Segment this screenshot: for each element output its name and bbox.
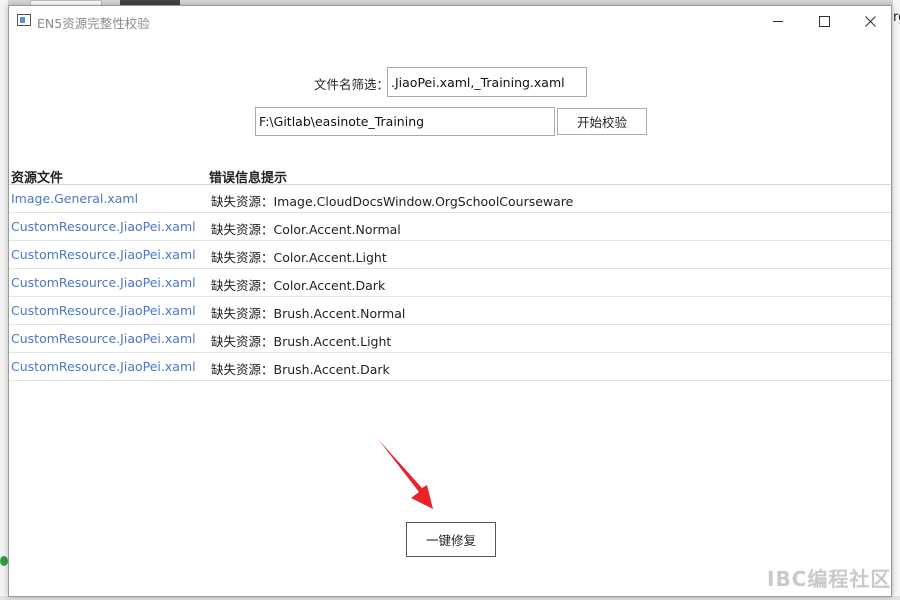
close-icon (864, 15, 876, 27)
title-bar[interactable]: EN5资源完整性校验 (9, 6, 891, 36)
window-title: EN5资源完整性校验 (37, 16, 150, 31)
filter-label: 文件名筛选： (314, 77, 390, 92)
watermark-text: IBC编程社区 (767, 567, 892, 591)
table-row[interactable]: CustomResource.JiaoPei.xaml 缺失资源：Brush.A… (9, 297, 891, 325)
error-message: 缺失资源：Brush.Accent.Light (211, 334, 392, 349)
background-left-panel (0, 0, 8, 600)
file-link[interactable]: CustomResource.JiaoPei.xaml (11, 359, 196, 374)
table-row[interactable]: CustomResource.JiaoPei.xaml 缺失资源：Color.A… (9, 213, 891, 241)
minimize-icon (773, 20, 783, 22)
path-input[interactable]: F:\Gitlab\easinote_Training (255, 107, 555, 136)
error-message: 缺失资源：Brush.Accent.Dark (211, 362, 390, 377)
error-message: 缺失资源：Color.Accent.Dark (211, 278, 386, 293)
file-link[interactable]: CustomResource.JiaoPei.xaml (11, 247, 196, 262)
filter-input[interactable]: .JiaoPei.xaml,_Training.xaml (387, 67, 587, 97)
file-link[interactable]: CustomResource.JiaoPei.xaml (11, 303, 196, 318)
status-dot-icon (0, 556, 8, 566)
one-click-fix-button[interactable]: 一键修复 (406, 522, 496, 557)
file-link[interactable]: CustomResource.JiaoPei.xaml (11, 331, 196, 346)
maximize-icon (818, 15, 830, 27)
table-row[interactable]: CustomResource.JiaoPei.xaml 缺失资源：Color.A… (9, 269, 891, 297)
file-link[interactable]: Image.General.xaml (11, 191, 138, 206)
error-message: 缺失资源：Color.Accent.Normal (211, 222, 401, 237)
minimize-button[interactable] (755, 6, 801, 36)
results-table: Image.General.xaml 缺失资源：Image.CloudDocsW… (9, 184, 891, 381)
app-window-icon (17, 14, 31, 26)
error-message: 缺失资源：Color.Accent.Light (211, 250, 387, 265)
background-right-panel (893, 0, 900, 600)
table-row[interactable]: CustomResource.JiaoPei.xaml 缺失资源：Brush.A… (9, 325, 891, 353)
table-row[interactable]: CustomResource.JiaoPei.xaml 缺失资源：Color.A… (9, 241, 891, 269)
table-row[interactable]: CustomResource.JiaoPei.xaml 缺失资源：Brush.A… (9, 353, 891, 381)
maximize-button[interactable] (801, 6, 847, 36)
file-link[interactable]: CustomResource.JiaoPei.xaml (11, 275, 196, 290)
error-message: 缺失资源：Brush.Accent.Normal (211, 306, 406, 321)
main-window: EN5资源完整性校验 文件名筛选： .JiaoPei.xaml,_Trainin… (8, 5, 892, 597)
start-check-button[interactable]: 开始校验 (557, 108, 647, 135)
background-right-text: rg (893, 10, 900, 25)
table-row[interactable]: Image.General.xaml 缺失资源：Image.CloudDocsW… (9, 185, 891, 213)
error-message: 缺失资源：Image.CloudDocsWindow.OrgSchoolCour… (211, 194, 574, 209)
file-link[interactable]: CustomResource.JiaoPei.xaml (11, 219, 196, 234)
close-button[interactable] (847, 6, 893, 36)
annotation-arrow-icon (378, 439, 433, 509)
